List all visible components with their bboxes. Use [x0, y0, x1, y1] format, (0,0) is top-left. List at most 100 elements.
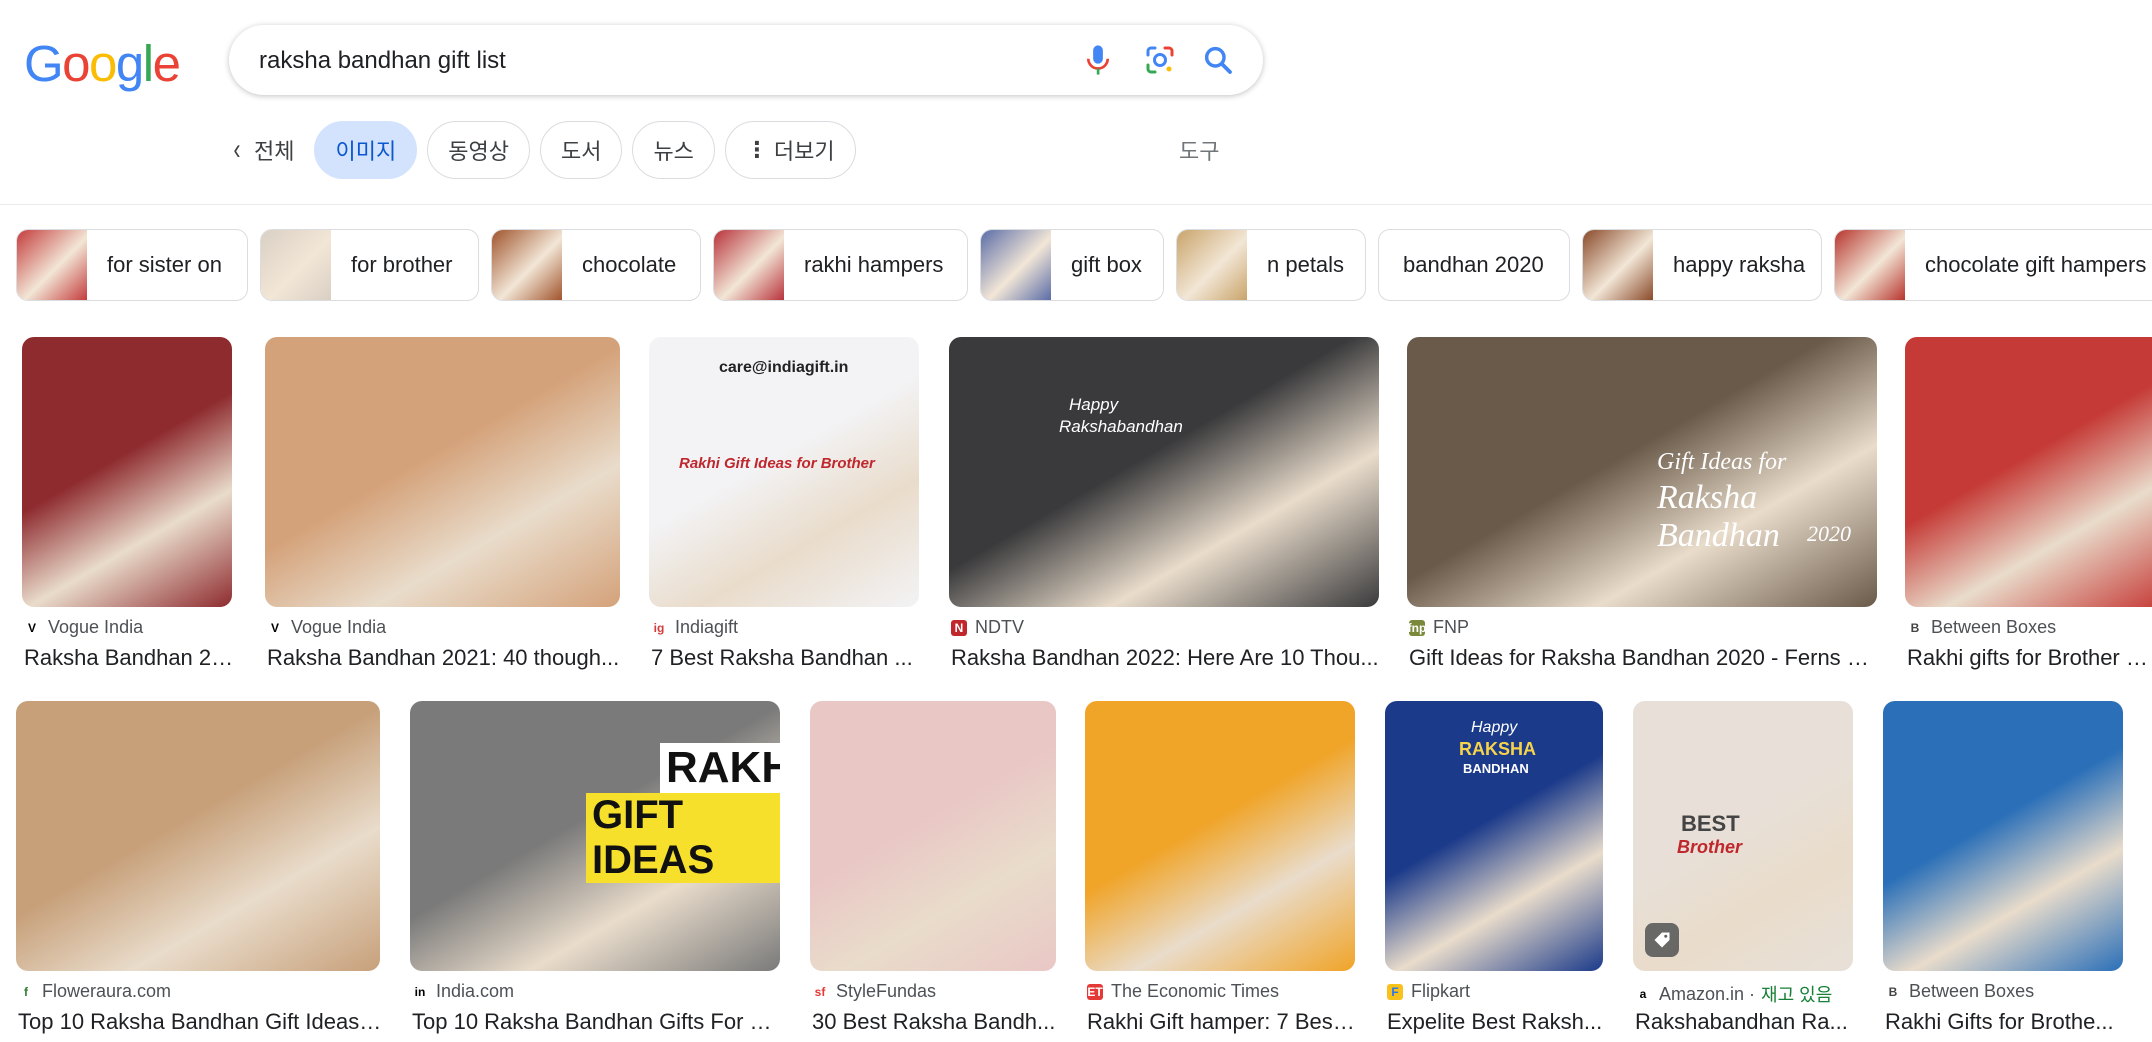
result-thumbnail[interactable] — [1883, 701, 2123, 971]
thumbnail-text: Happy — [1471, 719, 1518, 736]
thumbnail-text: 2020 — [1807, 521, 1851, 546]
related-search-chip[interactable]: chocolate — [491, 229, 701, 301]
related-search-chip[interactable]: rakhi hampers — [713, 229, 968, 301]
thumbnail-text: RAKH — [660, 743, 780, 793]
tab-news[interactable]: 뉴스 — [632, 121, 715, 179]
result-title[interactable]: Raksha Bandhan 20... — [24, 645, 234, 671]
favicon-icon: B — [1885, 983, 1901, 1000]
related-search-chip[interactable]: for sister on — [16, 229, 248, 301]
image-result-card[interactable]: B Between Boxes Rakhi gifts for Brother De… — [1905, 337, 2152, 677]
result-source[interactable]: B Between Boxes — [1885, 981, 2034, 1002]
result-source[interactable]: V Vogue India — [267, 617, 386, 638]
tab-more-label: 더보기 — [773, 139, 835, 164]
related-search-chip[interactable]: chocolate gift hampers — [1834, 229, 2152, 301]
related-search-chip[interactable]: n petals — [1176, 229, 1366, 301]
thumbnail-text: Rakshabandhan — [1059, 417, 1183, 436]
result-source[interactable]: fnp FNP — [1408, 617, 1469, 638]
result-thumbnail[interactable] — [1905, 337, 2152, 607]
result-source[interactable]: f Floweraura.com — [18, 981, 171, 1002]
tab-news-label: 뉴스 — [653, 139, 694, 164]
result-source[interactable]: ET The Economic Times — [1087, 981, 1279, 1002]
image-result-card[interactable]: ET The Economic Times Rakhi Gift hamper: 7… — [1085, 701, 1357, 1041]
result-title[interactable]: Rakhi Gift hamper: 7 Best... — [1087, 1009, 1357, 1035]
google-lens-icon[interactable] — [1141, 41, 1179, 79]
image-result-card[interactable]: sf StyleFundas 30 Best Raksha Bandh... — [810, 701, 1056, 1041]
related-search-label: chocolate — [582, 252, 677, 277]
related-search-chip[interactable]: bandhan 2020 — [1378, 229, 1570, 301]
result-source[interactable]: in India.com — [412, 981, 514, 1002]
image-result-card[interactable]: B Between Boxes Rakhi Gifts for Brothe... — [1883, 701, 2123, 1041]
favicon-icon: B — [1907, 619, 1923, 636]
result-title[interactable]: 7 Best Raksha Bandhan ... — [651, 645, 921, 671]
related-search-chip[interactable]: happy raksha — [1582, 229, 1822, 301]
tab-more[interactable]: ⋮ 더보기 — [724, 121, 856, 179]
result-title[interactable]: Top 10 Raksha Bandhan Gift Ideas ... — [18, 1009, 382, 1035]
result-source-name: FNP — [1433, 617, 1469, 637]
search-icon[interactable] — [1199, 41, 1237, 79]
favicon-icon: f — [18, 983, 34, 1000]
result-thumbnail[interactable]: RAKH GIFT IDEAS — [410, 701, 780, 971]
related-search-chip[interactable]: gift box — [980, 229, 1164, 301]
related-search-label: for brother — [351, 252, 453, 277]
image-result-card[interactable]: f Floweraura.com Top 10 Raksha Bandhan Gif… — [16, 701, 382, 1041]
result-source[interactable]: F Flipkart — [1387, 981, 1470, 1002]
image-result-card[interactable]: RAKH GIFT IDEAS in India.com Top 10 Raksha B… — [410, 701, 782, 1041]
result-source-name: India.com — [436, 981, 515, 1001]
result-thumbnail[interactable]: BEST Brother — [1633, 701, 1853, 971]
result-thumbnail[interactable]: care@indiagift.in Rakhi Gift Ideas for Br… — [649, 337, 919, 607]
result-source[interactable]: B Between Boxes — [1907, 617, 2056, 638]
google-logo[interactable]: Google — [24, 35, 181, 92]
result-thumbnail[interactable]: Happy Rakshabandhan — [949, 337, 1379, 607]
related-search-thumbnail — [492, 230, 562, 300]
result-thumbnail[interactable] — [16, 701, 380, 971]
result-thumbnail[interactable] — [22, 337, 232, 607]
tab-images[interactable]: 이미지 — [314, 121, 418, 179]
result-title[interactable]: Expelite Best Raksh... — [1387, 1009, 1605, 1035]
tab-all[interactable]: ‹ 전체 — [232, 134, 295, 166]
related-search-chip[interactable]: for brother — [260, 229, 479, 301]
result-title[interactable]: 30 Best Raksha Bandh... — [812, 1009, 1058, 1035]
image-result-card[interactable]: V Vogue India Raksha Bandhan 20... — [22, 337, 234, 677]
result-thumbnail[interactable]: Gift Ideas for Raksha Bandhan 2020 — [1407, 337, 1877, 607]
image-result-card[interactable]: Happy RAKSHA BANDHAN F Flipkart Expelite Best… — [1385, 701, 1603, 1041]
result-thumbnail[interactable]: Happy RAKSHA BANDHAN — [1385, 701, 1603, 971]
result-source[interactable]: V Vogue India — [24, 617, 143, 638]
result-source-name: Between Boxes — [1909, 981, 2035, 1001]
result-thumbnail[interactable] — [265, 337, 620, 607]
image-result-card[interactable]: care@indiagift.in Rakhi Gift Ideas for Br… — [649, 337, 919, 677]
image-result-card[interactable]: Gift Ideas for Raksha Bandhan 2020 fnp FNP Gi… — [1407, 337, 1879, 677]
result-title[interactable]: Gift Ideas for Raksha Bandhan 2020 - Fer… — [1409, 645, 1879, 671]
microphone-icon[interactable] — [1079, 41, 1117, 79]
logo-letter: G — [24, 35, 64, 92]
result-source-name: Vogue India — [291, 617, 387, 637]
tab-videos[interactable]: 동영상 — [427, 121, 530, 179]
thumbnail-text: Rakhi Gift Ideas for Brother — [679, 455, 875, 472]
image-result-card[interactable]: V Vogue India Raksha Bandhan 2021: 40 thou… — [265, 337, 620, 677]
thumbnail-text: Happy — [1069, 395, 1119, 414]
favicon-icon: a — [1635, 986, 1651, 1002]
image-result-card[interactable]: Happy Rakshabandhan N NDTV Raksha Bandhan 20… — [949, 337, 1379, 677]
more-vert-icon: ⋮ — [745, 137, 768, 162]
thumbnail-text: RAKSHA — [1459, 739, 1537, 759]
thumbnail-text: Brother — [1677, 837, 1743, 857]
search-input[interactable] — [257, 25, 1041, 97]
result-title[interactable]: Rakshabandhan Ra... — [1635, 1009, 1855, 1035]
result-title[interactable]: Raksha Bandhan 2021: 40 though... — [267, 645, 622, 671]
image-result-card[interactable]: BEST Brother a Amazon.in · 재고 있음 Rakshabandha… — [1633, 701, 1853, 1041]
tools-button[interactable]: 도구 — [1179, 134, 1219, 166]
related-search-label: happy raksha — [1673, 252, 1806, 277]
result-title[interactable]: Raksha Bandhan 2022: Here Are 10 Thou... — [951, 645, 1381, 671]
result-title[interactable]: Top 10 Raksha Bandhan Gifts For S... — [412, 1009, 782, 1035]
result-title[interactable]: Rakhi gifts for Brother Deli... — [1907, 645, 2150, 671]
result-source[interactable]: a Amazon.in · 재고 있음 — [1635, 981, 1832, 1007]
result-source[interactable]: N NDTV — [951, 617, 1024, 638]
result-source[interactable]: sf StyleFundas — [812, 981, 936, 1002]
result-thumbnail[interactable] — [1085, 701, 1355, 971]
search-box[interactable] — [229, 25, 1263, 97]
result-source[interactable]: ig Indiagift — [651, 617, 738, 638]
result-title[interactable]: Rakhi Gifts for Brothe... — [1885, 1009, 2125, 1035]
result-thumbnail[interactable] — [810, 701, 1056, 971]
shopping-tag-icon — [1645, 923, 1679, 957]
related-searches: for sister on for brother chocolate rakhi h… — [16, 229, 2152, 301]
tab-books[interactable]: 도서 — [539, 121, 623, 179]
